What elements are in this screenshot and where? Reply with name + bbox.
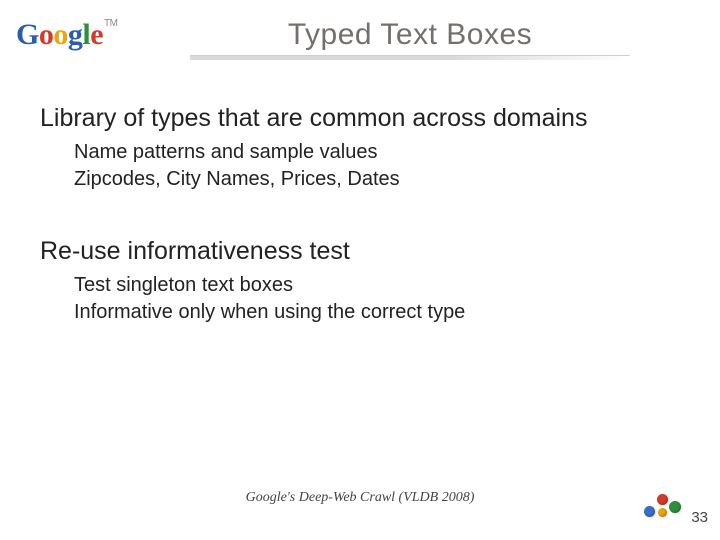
ball-red-icon: [657, 494, 668, 505]
section-1-line-1: Name patterns and sample values: [74, 139, 680, 166]
google-logo: GoogleTM: [16, 18, 117, 52]
corner-decoration: [644, 492, 684, 522]
section-2-line-2: Informative only when using the correct …: [74, 299, 680, 326]
slide: GoogleTM Typed Text Boxes Library of typ…: [0, 0, 720, 540]
ball-blue-icon: [644, 506, 655, 517]
slide-title: Typed Text Boxes: [288, 18, 532, 52]
section-1: Library of types that are common across …: [40, 104, 680, 193]
slide-body: Library of types that are common across …: [40, 104, 680, 326]
page-number: 33: [691, 509, 708, 526]
ball-green-icon: [669, 501, 681, 513]
ball-yellow-icon: [658, 508, 667, 517]
section-2-line-1: Test singleton text boxes: [74, 272, 680, 299]
title-underline: [190, 55, 630, 60]
slide-header: GoogleTM Typed Text Boxes: [0, 10, 720, 66]
footer-citation: Google's Deep-Web Crawl (VLDB 2008): [0, 490, 720, 506]
section-2-heading: Re-use informativeness test: [40, 237, 680, 266]
title-container: Typed Text Boxes: [130, 18, 690, 60]
section-2: Re-use informativeness test Test singlet…: [40, 237, 680, 326]
section-1-line-2: Zipcodes, City Names, Prices, Dates: [74, 166, 680, 193]
section-1-heading: Library of types that are common across …: [40, 104, 680, 133]
